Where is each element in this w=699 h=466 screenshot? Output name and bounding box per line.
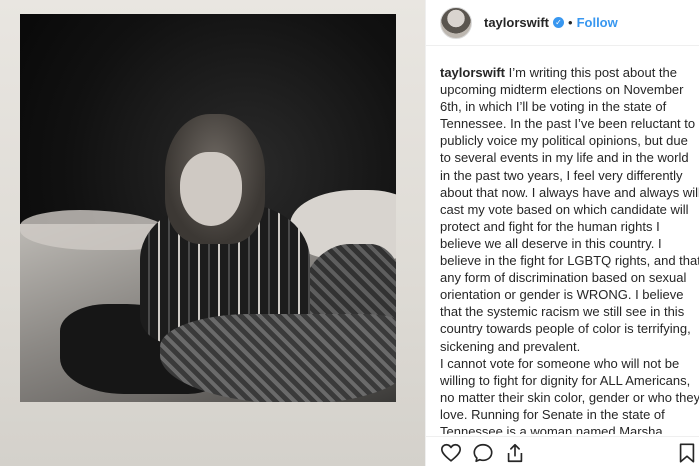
comment-icon[interactable] xyxy=(472,442,494,464)
separator-dot: • xyxy=(568,15,573,30)
follow-button[interactable]: Follow xyxy=(577,15,618,30)
post-photo[interactable] xyxy=(0,0,425,466)
caption-paragraph-2: I cannot vote for someone who will not b… xyxy=(440,355,699,434)
instagram-post: taylorswift ✓ • Follow taylorswift I’m w… xyxy=(0,0,699,466)
verified-badge-icon: ✓ xyxy=(553,17,565,28)
caption-text-1: I’m writing this post about the upcoming… xyxy=(440,65,699,354)
person-face xyxy=(180,152,242,226)
caption-text-2: I cannot vote for someone who will not b… xyxy=(440,355,699,434)
polaroid-frame xyxy=(0,0,425,466)
post-caption: taylorswift I’m writing this post about … xyxy=(440,64,699,434)
photo-image xyxy=(20,14,396,402)
bookmark-icon[interactable] xyxy=(676,442,698,464)
post-sidebar: taylorswift ✓ • Follow taylorswift I’m w… xyxy=(425,0,699,466)
header-username[interactable]: taylorswift xyxy=(484,15,549,30)
post-header: taylorswift ✓ • Follow xyxy=(426,0,699,46)
caption-paragraph-1: taylorswift I’m writing this post about … xyxy=(440,64,699,355)
caption-username[interactable]: taylorswift xyxy=(440,65,505,80)
avatar[interactable] xyxy=(440,6,472,39)
heart-icon[interactable] xyxy=(440,442,462,464)
action-bar xyxy=(426,436,699,466)
share-icon[interactable] xyxy=(504,442,526,464)
